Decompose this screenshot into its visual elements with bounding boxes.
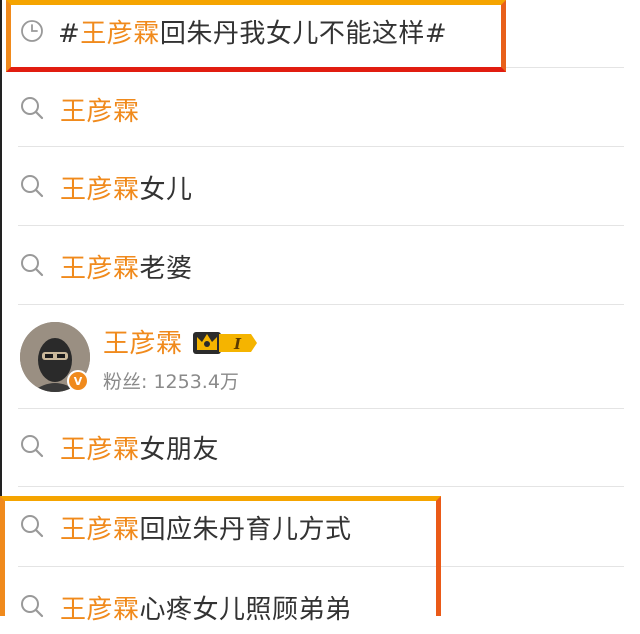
suggestion-item[interactable]: 王彦霖女儿 <box>0 158 624 214</box>
user-fans-count: 粉丝: 1253.4万 <box>103 371 239 393</box>
search-icon <box>21 435 44 458</box>
suggestion-highlight: 王彦霖 <box>60 175 140 205</box>
divider <box>18 146 624 147</box>
divider <box>18 408 624 409</box>
highlight-frame-bottom <box>0 496 441 616</box>
divider <box>18 486 624 487</box>
suggestion-item[interactable]: 王彦霖 <box>0 80 624 136</box>
divider <box>18 225 624 226</box>
suggestion-text: 王彦霖女儿 <box>60 169 193 206</box>
search-icon <box>21 97 44 120</box>
suggestion-rest: 女儿 <box>139 175 193 205</box>
suggestion-highlight: 王彦霖 <box>60 435 140 465</box>
search-icon <box>21 175 44 198</box>
suggestion-text: 王彦霖老婆 <box>60 248 193 285</box>
suggestion-text: 王彦霖女朋友 <box>60 429 219 466</box>
level-badge: I <box>233 335 242 353</box>
search-icon <box>21 254 44 277</box>
suggestion-rest: 老婆 <box>139 254 193 284</box>
suggestion-text: 王彦霖 <box>60 91 140 128</box>
suggestion-highlight: 王彦霖 <box>60 254 140 284</box>
suggestion-rest: 女朋友 <box>139 435 220 465</box>
user-name[interactable]: 王彦霖 <box>103 323 183 360</box>
v-verified-icon: V <box>67 370 89 392</box>
user-card[interactable] <box>0 312 624 404</box>
suggestion-highlight: 王彦霖 <box>60 97 140 127</box>
divider <box>18 304 624 305</box>
suggestion-item[interactable]: 王彦霖女朋友 <box>0 418 624 474</box>
suggestion-item[interactable]: 王彦霖老婆 <box>0 237 624 293</box>
crown-icon: I <box>193 332 257 354</box>
highlight-frame-top <box>6 0 506 72</box>
